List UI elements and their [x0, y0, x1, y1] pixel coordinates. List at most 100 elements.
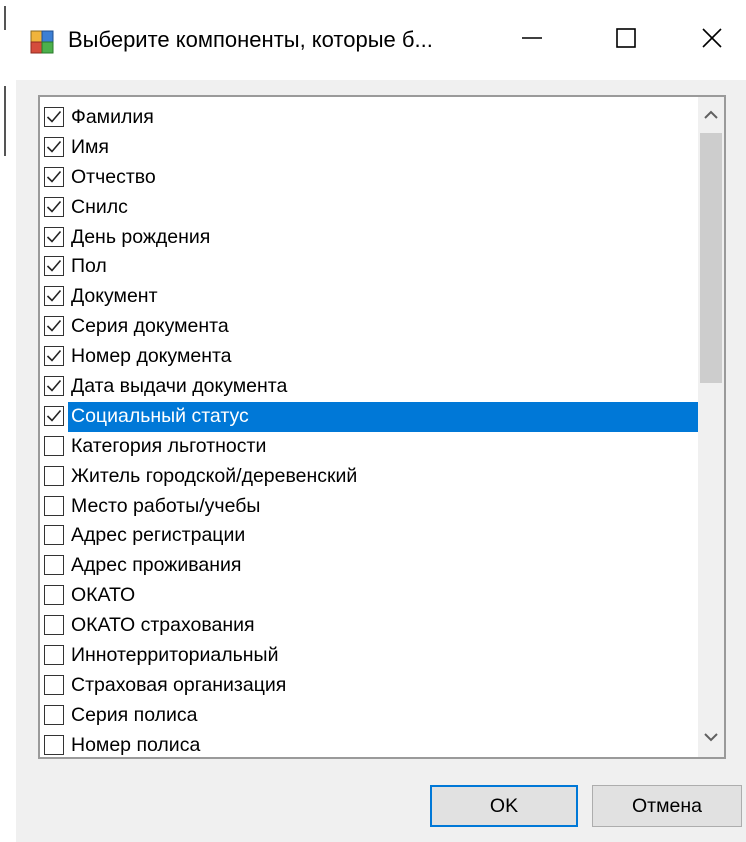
item-label: Социальный статус: [68, 401, 700, 432]
edge-mark: [4, 6, 6, 30]
item-label: Иннотерриториальный: [71, 644, 279, 667]
item-checkbox[interactable]: [44, 525, 64, 546]
edge-mark: [4, 86, 6, 156]
item-label: Дата выдачи документа: [71, 375, 288, 398]
background-window-edge: [0, 0, 16, 842]
checkmark-icon: [46, 170, 62, 183]
item-label: Адрес регистрации: [71, 524, 246, 547]
item-label: Снилс: [71, 195, 128, 218]
item-label: Место работы/учебы: [71, 494, 261, 517]
item-checkbox[interactable]: [44, 555, 64, 576]
item-label: Фамилия: [71, 106, 154, 128]
checkmark-icon: [46, 110, 62, 123]
window-title: Выберите компоненты, которые б...: [68, 27, 433, 52]
list-item[interactable]: Снилс: [40, 193, 700, 223]
item-checkbox[interactable]: [44, 226, 64, 247]
list-item[interactable]: Серия документа: [40, 312, 700, 342]
components-checked-listbox[interactable]: Фамилия Имя Отчество Снилс День рождения Пол Д…: [38, 95, 726, 759]
checkmark-icon: [46, 230, 62, 243]
listbox-items: Фамилия Имя Отчество Снилс День рождения Пол Д…: [40, 103, 700, 757]
dialog-window: Выберите компоненты, которые б... Фамили…: [16, 0, 746, 842]
list-item[interactable]: Страховая организация: [40, 671, 700, 701]
chevron-down-icon: [704, 729, 718, 747]
item-label: Документ: [71, 285, 158, 308]
list-item[interactable]: Место работы/учебы: [40, 492, 700, 522]
close-icon: [701, 27, 723, 54]
item-checkbox[interactable]: [44, 166, 64, 187]
list-item[interactable]: Фамилия: [40, 103, 700, 133]
list-item[interactable]: Пол: [40, 252, 700, 282]
list-item[interactable]: Документ: [40, 282, 700, 312]
item-checkbox[interactable]: [44, 256, 64, 277]
item-checkbox[interactable]: [44, 645, 64, 666]
item-checkbox[interactable]: [44, 495, 64, 516]
list-item[interactable]: Имя: [40, 133, 700, 163]
list-item[interactable]: Дата выдачи документа: [40, 372, 700, 402]
item-label: Серия полиса: [71, 703, 198, 726]
scroll-thumb[interactable]: [700, 133, 722, 383]
item-label: Номер полиса: [71, 733, 201, 756]
checkmark-icon: [46, 350, 62, 362]
checkmark-icon: [46, 260, 62, 273]
item-checkbox[interactable]: [44, 286, 64, 307]
item-checkbox[interactable]: [44, 674, 64, 695]
checkmark-icon: [46, 140, 62, 153]
item-label: Категория льготности: [71, 434, 267, 457]
list-item[interactable]: День рождения: [40, 223, 700, 253]
checkmark-icon: [46, 409, 62, 422]
item-checkbox[interactable]: [44, 107, 64, 127]
minimize-icon: [521, 27, 543, 54]
item-checkbox[interactable]: [44, 435, 64, 456]
scroll-up-button[interactable]: [698, 101, 724, 131]
ok-button[interactable]: OK: [430, 785, 578, 827]
item-label: Адрес проживания: [71, 554, 242, 577]
checkmark-icon: [46, 379, 62, 392]
item-checkbox[interactable]: [44, 346, 64, 367]
item-checkbox[interactable]: [44, 465, 64, 486]
title-bar[interactable]: Выберите компоненты, которые б...: [16, 0, 746, 80]
list-item[interactable]: Адрес проживания: [40, 551, 700, 581]
minimize-button[interactable]: [502, 14, 562, 66]
checkmark-icon: [46, 200, 62, 213]
list-item[interactable]: Серия полиса: [40, 701, 700, 731]
item-checkbox[interactable]: [44, 316, 64, 337]
item-checkbox[interactable]: [44, 376, 64, 397]
list-item[interactable]: Иннотерриториальный: [40, 641, 700, 671]
item-checkbox[interactable]: [44, 585, 64, 606]
item-label: Житель городской/деревенский: [71, 464, 358, 487]
item-checkbox[interactable]: [44, 196, 64, 217]
item-checkbox[interactable]: [44, 615, 64, 636]
list-item[interactable]: Номер полиса: [40, 731, 700, 757]
checkmark-icon: [46, 290, 62, 303]
item-label: Имя: [71, 135, 109, 158]
list-item[interactable]: ОКАТО: [40, 581, 700, 611]
item-checkbox[interactable]: [44, 136, 64, 157]
item-checkbox[interactable]: [44, 734, 64, 755]
list-item[interactable]: Категория льготности: [40, 432, 700, 462]
item-label: Страховая организация: [71, 673, 287, 696]
item-label: Отчество: [71, 165, 156, 188]
maximize-icon: [615, 27, 637, 54]
cancel-button[interactable]: Отмена: [592, 785, 742, 827]
list-item[interactable]: Отчество: [40, 163, 700, 193]
checkmark-icon: [46, 320, 62, 332]
list-item[interactable]: Адрес регистрации: [40, 521, 700, 551]
maximize-button[interactable]: [596, 14, 656, 66]
chevron-up-icon: [704, 107, 718, 125]
close-button[interactable]: [682, 14, 742, 66]
item-label: ОКАТО: [71, 584, 136, 607]
item-label: День рождения: [71, 225, 211, 248]
list-item[interactable]: Социальный статус: [40, 401, 700, 432]
item-label: ОКАТО страхования: [71, 614, 255, 637]
scroll-down-button[interactable]: [698, 723, 724, 753]
app-window-icon: [30, 30, 54, 54]
item-label: Пол: [71, 255, 107, 278]
item-label: Номер документа: [71, 345, 232, 368]
list-item[interactable]: ОКАТО страхования: [40, 611, 700, 641]
list-item[interactable]: Житель городской/деревенский: [40, 462, 700, 492]
item-checkbox[interactable]: [44, 704, 64, 725]
item-label: Серия документа: [71, 315, 229, 338]
item-checkbox[interactable]: [44, 405, 64, 426]
vertical-scrollbar[interactable]: [698, 97, 724, 757]
list-item[interactable]: Номер документа: [40, 342, 700, 372]
